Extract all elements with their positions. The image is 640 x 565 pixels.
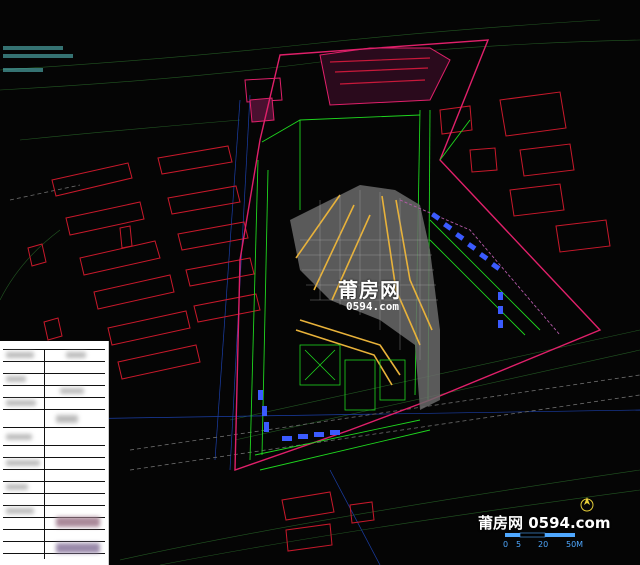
drawing-notes bbox=[3, 46, 73, 72]
top-plaza-buildings bbox=[244, 47, 451, 123]
legend-rule bbox=[3, 361, 105, 362]
legend-rule bbox=[3, 445, 105, 446]
legend-rule bbox=[3, 385, 105, 386]
neighbor-buildings-bottom bbox=[281, 491, 375, 552]
legend-rule bbox=[3, 427, 105, 428]
legend-blurred-text bbox=[6, 434, 32, 440]
legend-blurred-text bbox=[56, 543, 100, 553]
legend-blurred-text bbox=[6, 508, 34, 514]
legend-blurred-text bbox=[6, 400, 36, 406]
scale-label-5: 5 bbox=[516, 540, 522, 549]
legend-table bbox=[0, 341, 109, 565]
legend-blurred-text bbox=[6, 352, 34, 358]
legend-blurred-text bbox=[56, 517, 100, 527]
legend-rule bbox=[3, 457, 105, 458]
legend-blurred-text bbox=[6, 376, 26, 382]
legend-rule bbox=[3, 529, 105, 530]
legend-rule bbox=[3, 541, 105, 542]
legend-rule bbox=[3, 349, 105, 350]
legend-blurred-text bbox=[56, 415, 78, 423]
scale-label-50m: 50M bbox=[566, 540, 584, 549]
central-building-cluster bbox=[299, 344, 406, 411]
scale-label-0: 0 bbox=[503, 540, 509, 549]
legend-rule bbox=[3, 397, 105, 398]
legend-column-divider bbox=[44, 349, 45, 559]
legend-blurred-text bbox=[60, 388, 84, 394]
scale-label-20: 20 bbox=[538, 540, 549, 549]
legend-blurred-text bbox=[6, 484, 28, 490]
legend-rule bbox=[3, 469, 105, 470]
watermark-main: 莆房网 bbox=[338, 278, 401, 302]
watermark-corner: 莆房网 0594.com bbox=[478, 514, 611, 532]
legend-blurred-text bbox=[66, 352, 86, 358]
legend-blurred-text bbox=[6, 460, 40, 466]
watermark-sub: 0594.com bbox=[346, 300, 399, 313]
legend-rule bbox=[3, 481, 105, 482]
legend-rule bbox=[3, 409, 105, 410]
scale-bar bbox=[505, 532, 575, 538]
legend-rule bbox=[3, 505, 105, 506]
north-arrow-icon bbox=[580, 497, 594, 512]
legend-rule bbox=[3, 493, 105, 494]
legend-rule bbox=[3, 553, 105, 554]
legend-rule bbox=[3, 373, 105, 374]
cad-site-plan-view: 莆房网 0594.com 莆房网 0594.com 0 5 20 50M bbox=[0, 0, 640, 565]
